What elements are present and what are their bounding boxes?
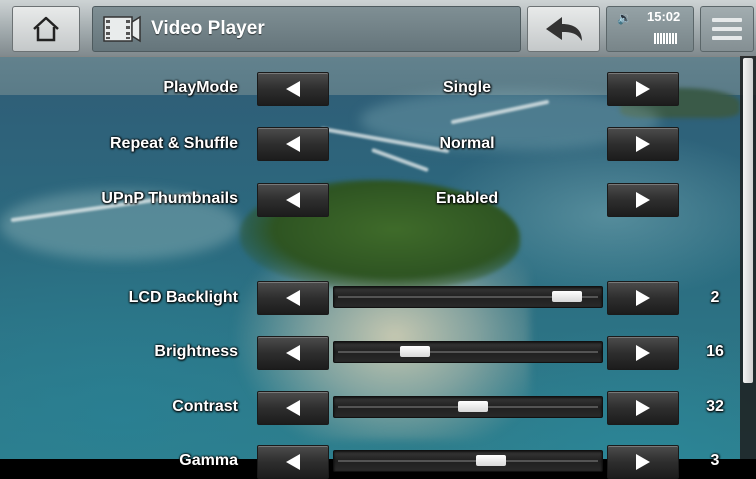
video-player-icon [103, 15, 141, 43]
arrow-right-icon [636, 454, 650, 470]
lcd-backlight-slider[interactable] [333, 286, 603, 308]
upnp-thumbnails-prev-button[interactable] [257, 183, 329, 217]
scrollbar-thumb[interactable] [743, 58, 753, 383]
playmode-prev-button[interactable] [257, 72, 329, 106]
page-title: Video Player [151, 18, 265, 39]
back-arrow-icon [545, 17, 582, 41]
back-button[interactable] [527, 6, 600, 52]
arrow-right-icon [636, 192, 650, 208]
arrow-left-icon [286, 345, 300, 361]
repeat-shuffle-value: Normal [439, 135, 495, 152]
header-bar: Video Player 🔉 15:02 [0, 0, 756, 57]
gamma-label: Gamma [179, 452, 238, 469]
menu-button[interactable] [700, 6, 754, 52]
slider-thumb[interactable] [551, 291, 582, 302]
contrast-label: Contrast [172, 398, 238, 415]
playmode-value: Single [442, 79, 491, 96]
arrow-right-icon [636, 345, 650, 361]
gamma-decrease-button[interactable] [257, 445, 329, 479]
clock-time: 15:02 [647, 9, 681, 24]
arrow-left-icon [286, 400, 300, 416]
lcd-backlight-increase-button[interactable] [607, 281, 679, 315]
lcd-backlight-value: 2 [710, 289, 720, 306]
arrow-left-icon [286, 136, 300, 152]
arrow-right-icon [636, 81, 650, 97]
menu-icon [712, 18, 742, 22]
gamma-increase-button[interactable] [607, 445, 679, 479]
brightness-increase-button[interactable] [607, 336, 679, 370]
slider-thumb[interactable] [400, 346, 431, 357]
brightness-value: 16 [706, 343, 724, 360]
slider-thumb[interactable] [457, 401, 488, 412]
lcd-backlight-label: LCD Backlight [128, 289, 238, 306]
home-icon [33, 16, 59, 42]
home-button[interactable] [12, 6, 80, 52]
scrollbar[interactable] [740, 56, 756, 459]
arrow-right-icon [636, 136, 650, 152]
gamma-value: 3 [710, 452, 720, 469]
title-bar: Video Player [92, 6, 521, 52]
slider-thumb[interactable] [476, 455, 506, 466]
arrow-right-icon [636, 290, 650, 306]
contrast-increase-button[interactable] [607, 391, 679, 425]
repeat-shuffle-label: Repeat & Shuffle [109, 135, 238, 152]
playmode-label: PlayMode [163, 79, 238, 96]
contrast-value: 32 [706, 398, 724, 415]
contrast-slider[interactable] [333, 396, 603, 418]
brightness-decrease-button[interactable] [257, 336, 329, 370]
playmode-next-button[interactable] [607, 72, 679, 106]
upnp-thumbnails-next-button[interactable] [607, 183, 679, 217]
arrow-right-icon [636, 400, 650, 416]
volume-icon: 🔉 [617, 11, 632, 25]
arrow-left-icon [286, 290, 300, 306]
lcd-backlight-decrease-button[interactable] [257, 281, 329, 315]
brightness-slider[interactable] [333, 341, 603, 363]
gamma-slider[interactable] [333, 450, 603, 472]
repeat-shuffle-next-button[interactable] [607, 127, 679, 161]
arrow-left-icon [286, 81, 300, 97]
contrast-decrease-button[interactable] [257, 391, 329, 425]
upnp-thumbnails-label: UPnP Thumbnails [101, 190, 238, 207]
status-panel: 🔉 15:02 [606, 6, 694, 52]
upnp-thumbnails-value: Enabled [435, 190, 499, 207]
arrow-left-icon [286, 454, 300, 470]
battery-icon [654, 33, 682, 44]
repeat-shuffle-prev-button[interactable] [257, 127, 329, 161]
arrow-left-icon [286, 192, 300, 208]
brightness-label: Brightness [154, 343, 238, 360]
